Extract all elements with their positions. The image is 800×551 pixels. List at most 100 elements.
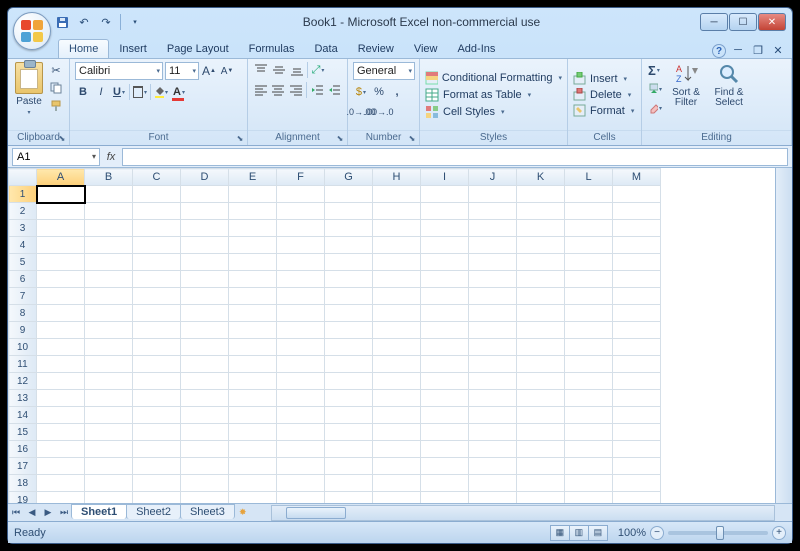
cell[interactable] (37, 254, 85, 271)
cell[interactable] (517, 254, 565, 271)
cell[interactable] (565, 186, 613, 203)
format-as-table-button[interactable]: Format as Table (425, 88, 562, 102)
font-color-button[interactable]: A (171, 84, 187, 100)
cell[interactable] (517, 288, 565, 305)
cell[interactable] (469, 339, 517, 356)
cell[interactable] (613, 339, 661, 356)
cell[interactable] (565, 220, 613, 237)
shrink-font-icon[interactable]: A▼ (219, 63, 235, 79)
cell[interactable] (613, 356, 661, 373)
cell[interactable] (133, 254, 181, 271)
cell[interactable] (277, 271, 325, 288)
font-dialog-launcher[interactable]: ⬊ (235, 133, 245, 143)
cell[interactable] (421, 492, 469, 504)
cell[interactable] (565, 458, 613, 475)
alignment-dialog-launcher[interactable]: ⬊ (335, 133, 345, 143)
minimize-button[interactable]: ─ (700, 13, 728, 31)
cell[interactable] (469, 407, 517, 424)
cell[interactable] (37, 407, 85, 424)
column-header[interactable]: H (373, 169, 421, 186)
sheet-nav-next-icon[interactable]: ▶ (40, 505, 56, 521)
cell[interactable] (469, 356, 517, 373)
tab-view[interactable]: View (404, 40, 448, 58)
autosum-button[interactable]: Σ (647, 62, 661, 78)
cell[interactable] (325, 424, 373, 441)
row-header[interactable]: 11 (9, 356, 37, 373)
cell[interactable] (85, 475, 133, 492)
cell[interactable] (421, 271, 469, 288)
cell[interactable] (325, 356, 373, 373)
formula-input[interactable] (122, 148, 788, 166)
cell[interactable] (517, 322, 565, 339)
cell[interactable] (277, 305, 325, 322)
cell[interactable] (373, 305, 421, 322)
cell[interactable] (517, 271, 565, 288)
page-break-view-icon[interactable]: ▤ (588, 525, 608, 541)
cell[interactable] (85, 356, 133, 373)
number-format-combo[interactable]: General (353, 62, 415, 80)
cell[interactable] (229, 492, 277, 504)
cell[interactable] (373, 186, 421, 203)
cell[interactable] (421, 186, 469, 203)
cell[interactable] (469, 424, 517, 441)
cell[interactable] (421, 458, 469, 475)
cell[interactable] (277, 356, 325, 373)
row-header[interactable]: 1 (9, 186, 37, 203)
cell[interactable] (325, 271, 373, 288)
cell[interactable] (373, 373, 421, 390)
cell[interactable] (181, 254, 229, 271)
clear-button[interactable] (647, 100, 663, 116)
cell[interactable] (181, 220, 229, 237)
cell[interactable] (613, 475, 661, 492)
cell[interactable] (229, 322, 277, 339)
cell[interactable] (277, 373, 325, 390)
cell[interactable] (565, 492, 613, 504)
tab-addins[interactable]: Add-Ins (447, 40, 505, 58)
cell[interactable] (565, 407, 613, 424)
cell[interactable] (37, 237, 85, 254)
cell[interactable] (517, 305, 565, 322)
cell[interactable] (469, 254, 517, 271)
comma-format-icon[interactable]: , (389, 84, 405, 100)
column-header[interactable]: D (181, 169, 229, 186)
cell[interactable] (517, 203, 565, 220)
tab-review[interactable]: Review (348, 40, 404, 58)
cell[interactable] (181, 237, 229, 254)
cell[interactable] (85, 373, 133, 390)
insert-cells-button[interactable]: Insert (573, 72, 636, 85)
cell[interactable] (277, 254, 325, 271)
cell[interactable] (565, 373, 613, 390)
cell[interactable] (181, 424, 229, 441)
cell[interactable] (373, 441, 421, 458)
cell[interactable] (325, 441, 373, 458)
cell[interactable] (229, 237, 277, 254)
normal-view-icon[interactable]: ▦ (550, 525, 570, 541)
sort-filter-button[interactable]: AZ Sort & Filter (667, 62, 705, 127)
cell[interactable] (229, 441, 277, 458)
cell[interactable] (133, 407, 181, 424)
cell[interactable] (181, 390, 229, 407)
cell[interactable] (325, 288, 373, 305)
cell[interactable] (85, 271, 133, 288)
row-header[interactable]: 13 (9, 390, 37, 407)
cell[interactable] (373, 390, 421, 407)
cell[interactable] (181, 339, 229, 356)
zoom-out-button[interactable]: − (650, 526, 664, 540)
cell[interactable] (325, 407, 373, 424)
cell[interactable] (133, 458, 181, 475)
cell[interactable] (85, 203, 133, 220)
workbook-close-icon[interactable]: ✕ (770, 42, 786, 58)
cell[interactable] (565, 271, 613, 288)
cell[interactable] (229, 203, 277, 220)
cell[interactable] (37, 458, 85, 475)
cell[interactable] (229, 356, 277, 373)
cell[interactable] (85, 220, 133, 237)
cell[interactable] (373, 237, 421, 254)
row-header[interactable]: 6 (9, 271, 37, 288)
delete-cells-button[interactable]: Delete (573, 88, 636, 101)
cell[interactable] (469, 271, 517, 288)
cell[interactable] (181, 458, 229, 475)
cell[interactable] (613, 424, 661, 441)
cell[interactable] (517, 424, 565, 441)
cell[interactable] (85, 322, 133, 339)
